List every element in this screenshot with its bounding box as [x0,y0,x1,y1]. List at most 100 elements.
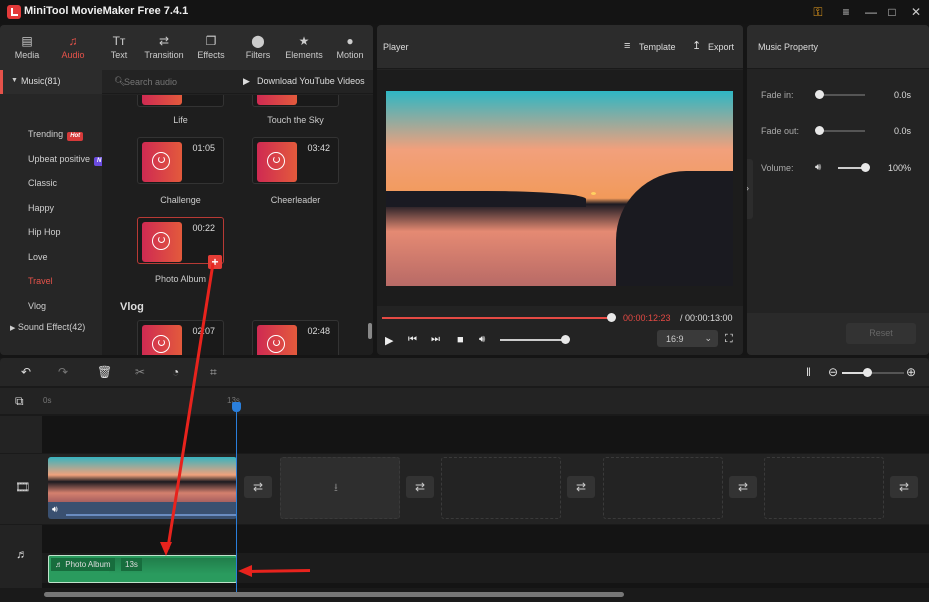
tab-elements[interactable]: ★ Elements [281,25,327,70]
audio-name: Challenge [160,195,201,205]
audio-card-life[interactable] [137,95,224,107]
previous-frame-button[interactable]: ⏮︎ [408,334,417,345]
zoom-out-icon[interactable]: ⊖ [828,365,838,379]
category-travel[interactable]: Travel [28,276,53,286]
maximize-icon[interactable]: □ [882,4,902,20]
video-preview [386,91,733,286]
empty-track [42,416,929,453]
key-icon[interactable]: ⚿ [808,4,828,20]
audio-card-challenge[interactable]: 01:05 [137,137,224,184]
minimize-icon[interactable]: — [861,4,881,20]
music-track-icon: ♬ [16,547,28,561]
export-button[interactable]: Export [708,42,734,52]
category-love[interactable]: Love [28,252,48,262]
menu-icon[interactable]: ≡ [836,4,856,20]
audio-card-vlog-1[interactable]: 02:07 [137,320,224,355]
transition-slot-button[interactable]: ⇄ [244,476,272,498]
transition-slot-button[interactable]: ⇄ [729,476,757,498]
search-audio-input[interactable] [124,75,224,89]
tab-filters[interactable]: ⬤ Filters [235,25,281,70]
sound-effect-group[interactable]: ▶ Sound Effect(42) [10,322,85,332]
transition-slot-button[interactable]: ⇄ [890,476,918,498]
template-button[interactable]: Template [639,42,676,52]
media-drop-slot[interactable] [441,457,561,519]
audio-name: Life [173,115,188,125]
playback-progress[interactable] [382,317,613,319]
playhead-handle[interactable] [232,402,241,412]
category-hip-hop[interactable]: Hip Hop [28,227,61,237]
tab-effects[interactable]: ❐ Effects [188,25,234,70]
tab-transition[interactable]: ⇄ Transition [140,25,188,70]
category-trending[interactable]: Trending Hot [28,129,84,141]
speed-icon[interactable]: ◔ [172,365,179,379]
tab-text[interactable]: Tᴛ Text [96,25,142,70]
player-volume-slider[interactable] [500,339,565,341]
volume-value: 100% [887,163,911,173]
volume-icon[interactable]: 🔊︎ [479,334,485,345]
delete-icon[interactable]: 🗑︎ [97,365,112,379]
grid-scrollbar[interactable] [368,323,372,339]
music-property-header: Music Property [747,25,929,69]
player-volume-knob[interactable] [561,335,570,344]
video-clip[interactable]: 🔊︎ [48,457,237,519]
category-happy[interactable]: Happy [28,203,54,213]
app-logo-icon [7,5,21,19]
fade-in-knob[interactable] [815,90,824,99]
stop-button[interactable]: ■ [457,334,464,346]
clip-volume-icon[interactable]: 🔊︎ [52,504,58,515]
chevron-down-icon: ⌄ [704,333,712,343]
fit-to-timeline-icon[interactable]: ‖ [806,365,811,379]
close-icon[interactable]: ✕ [906,4,926,20]
split-icon[interactable]: ✂ [135,365,145,379]
category-vlog[interactable]: Vlog [28,301,46,311]
music-group-header[interactable]: ▼ Music(81) [0,70,102,94]
playhead-line[interactable] [236,404,237,592]
category-upbeat-positive[interactable]: Upbeat positive N [28,154,105,166]
fade-in-slider[interactable] [819,94,865,96]
fade-out-knob[interactable] [815,126,824,135]
add-track-icon[interactable]: ⧉ [15,394,24,409]
tab-motion[interactable]: ● Motion [327,25,373,70]
timeline: ↶ ↷ 🗑︎ ✂ ◔ ⌗ ‖ ⊖ ⊕ ⧉ 0s 13s 🎞︎ ⇄ ⭳ ⇄ ⇄ ⇄… [0,358,929,602]
audio-card-photo-album[interactable]: 00:22 + [137,217,224,269]
audio-clip[interactable]: ♬ Photo Album 13s [48,555,237,583]
download-youtube-button[interactable]: Download YouTube Videos [257,76,365,86]
next-frame-button[interactable]: ⏭︎ [431,334,440,345]
redo-icon[interactable]: ↷ [58,365,68,379]
media-drop-slot[interactable] [603,457,723,519]
clip-frame [174,457,237,502]
fade-in-label: Fade in: [761,90,794,100]
audio-card-touch-the-sky[interactable] [252,95,339,107]
crop-icon[interactable]: ⌗ [210,365,217,379]
audio-card-cheerleader[interactable]: 03:42 [252,137,339,184]
timeline-zoom-knob[interactable] [863,368,872,377]
audio-name: Cheerleader [270,195,321,205]
timeline-ruler[interactable]: ⧉ 0s 13s [0,388,929,414]
undo-icon[interactable]: ↶ [21,365,31,379]
library-panel: ▤ Media ♫ Audio Tᴛ Text ⇄ Transition ❐ Effect… [0,25,373,355]
tab-media[interactable]: ▤ Media [4,25,50,70]
tab-audio[interactable]: ♫ Audio [50,25,96,70]
aspect-ratio-select[interactable]: 16:9 ⌄ [657,330,718,347]
vlog-heading: Vlog [120,301,144,313]
category-classic[interactable]: Classic [28,178,57,188]
timeline-horizontal-scrollbar[interactable] [44,592,624,597]
play-button[interactable]: ▶ [385,334,393,347]
fullscreen-icon[interactable]: ⛶ [725,333,733,346]
reset-button[interactable]: Reset [846,323,916,344]
transition-slot-button[interactable]: ⇄ [567,476,595,498]
fade-out-slider[interactable] [819,130,865,132]
media-drop-slot[interactable] [764,457,884,519]
rocks-silhouette [616,171,733,286]
collapse-panel-handle[interactable]: › [747,159,753,219]
music-property-title: Music Property [758,42,819,52]
media-drop-slot[interactable]: ⭳ [280,457,400,519]
zoom-in-icon[interactable]: ⊕ [906,365,916,379]
audio-clip-duration: 13s [121,558,142,571]
player-title: Player [383,42,409,52]
audio-card-vlog-2[interactable]: 02:48 [252,320,339,355]
music-volume-knob[interactable] [861,163,870,172]
transition-slot-button[interactable]: ⇄ [406,476,434,498]
timeline-zoom-track[interactable] [868,372,904,374]
playback-scrubber[interactable] [607,313,616,322]
